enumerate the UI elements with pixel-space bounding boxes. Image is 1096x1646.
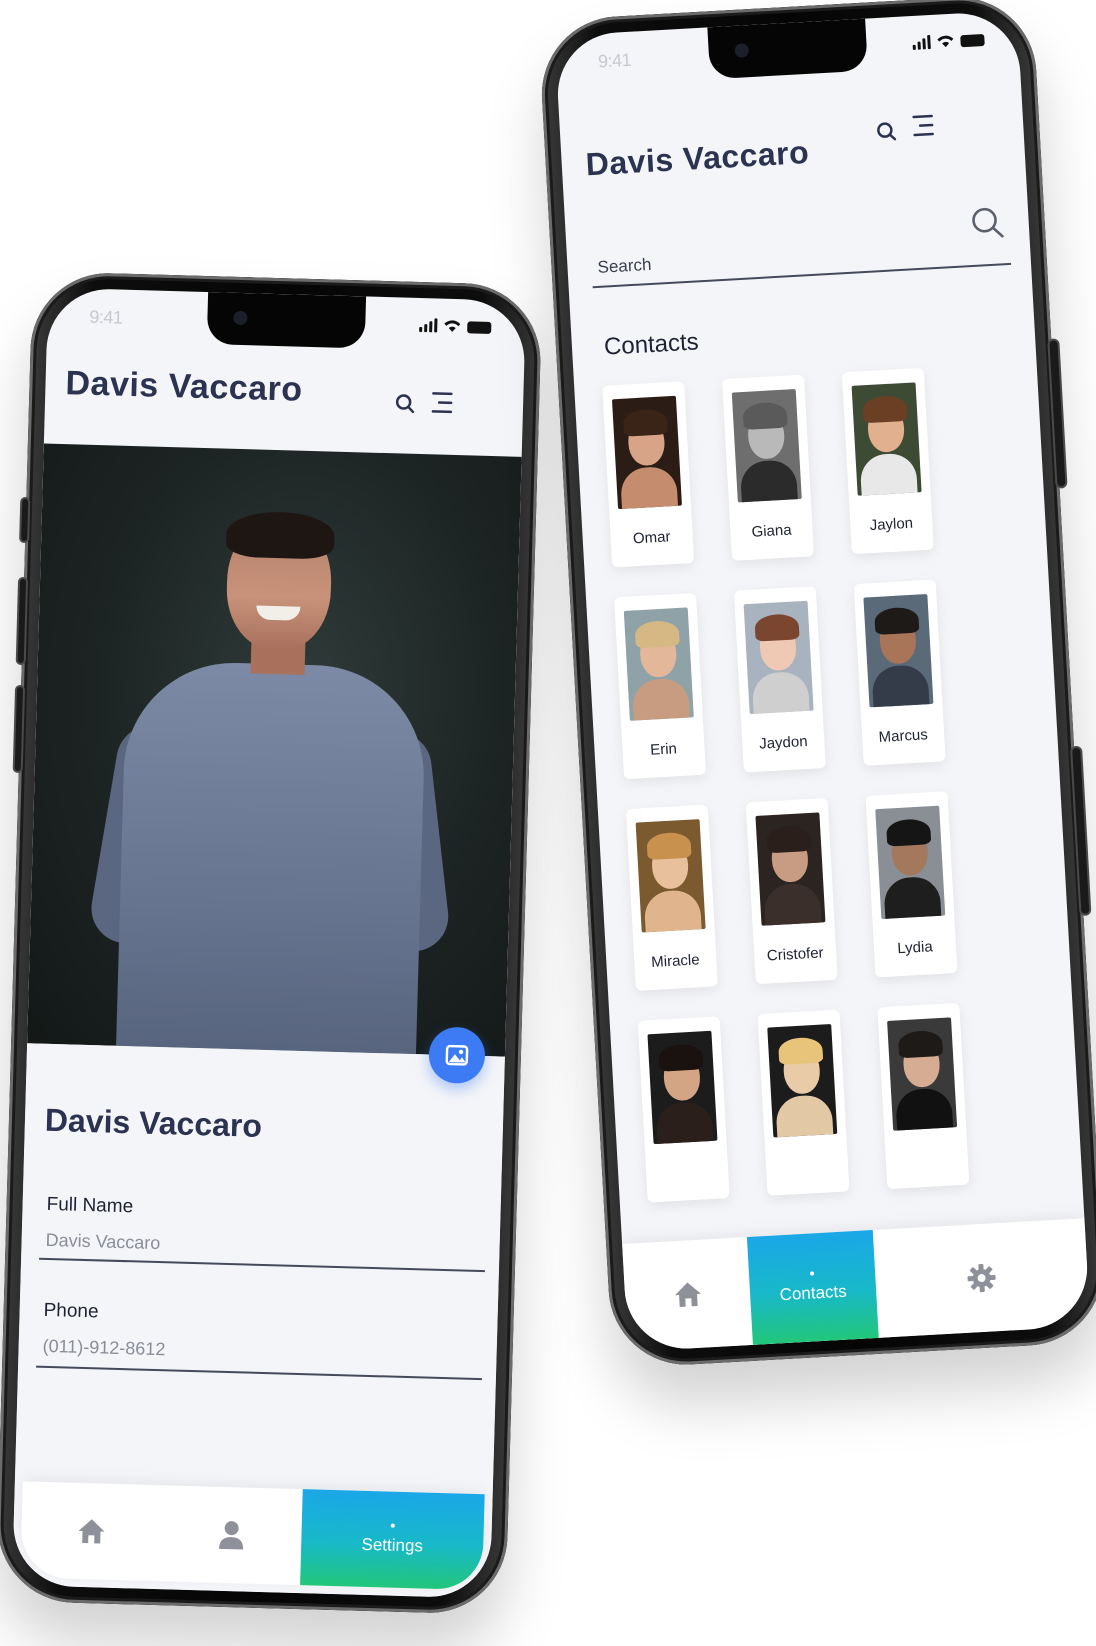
contact-photo [623, 607, 694, 721]
image-icon [445, 1044, 469, 1066]
volume-up-button [15, 576, 29, 666]
contact-card[interactable] [637, 1016, 730, 1203]
front-camera [733, 43, 749, 58]
contact-card[interactable]: Omar [602, 381, 695, 568]
contact-photo [755, 812, 826, 926]
active-dot [390, 1523, 395, 1528]
full-name-field[interactable]: Davis Vaccaro [45, 1230, 160, 1254]
status-time: 9:41 [597, 49, 632, 72]
contact-card[interactable]: Marcus [853, 579, 946, 766]
tab-profile[interactable] [160, 1485, 303, 1585]
contact-name: Omar [632, 528, 671, 548]
tab-home[interactable] [622, 1237, 753, 1352]
full-name-underline [39, 1257, 485, 1273]
app-title: Davis Vaccaro [65, 364, 304, 409]
contacts-grid: Omar Giana Jaylon Erin Jaydon Marcus Miracle Cr… [602, 367, 970, 1203]
signal-icon [419, 318, 438, 333]
profile-name: Davis Vaccaro [44, 1101, 263, 1144]
phone-label: Phone [43, 1299, 99, 1323]
contact-name: Giana [751, 521, 793, 541]
bottom-tab-bar: Contacts [622, 1218, 1091, 1352]
signal-icon [912, 34, 931, 50]
contact-photo [611, 395, 682, 510]
user-icon [219, 1521, 244, 1550]
contact-name: Jaylon [869, 514, 914, 535]
profile-photo [27, 443, 522, 1057]
contact-photo [767, 1024, 838, 1138]
status-icons [912, 32, 985, 50]
contact-name: Cristofer [766, 944, 824, 965]
full-name-label: Full Name [46, 1193, 134, 1218]
menu-icon[interactable] [911, 113, 934, 138]
tab-home[interactable] [20, 1481, 163, 1581]
phone-underline [36, 1365, 482, 1381]
phone-profile: 9:41 Davis Vaccaro Davis Vaccaro Full Na… [0, 271, 543, 1615]
gear-icon [967, 1263, 996, 1293]
battery-icon [960, 33, 985, 48]
home-icon [78, 1519, 105, 1544]
side-button [1070, 745, 1092, 917]
contact-photo [731, 389, 802, 503]
tab-contacts-label: Contacts [779, 1281, 848, 1305]
battery-icon [467, 321, 492, 334]
contact-name: Erin [649, 740, 678, 759]
contact-card[interactable]: Jaylon [841, 367, 934, 555]
search-icon[interactable] [970, 205, 1006, 241]
contact-photo [863, 594, 934, 708]
bottom-tab-bar: Settings [20, 1481, 485, 1591]
contact-card[interactable]: Miracle [625, 804, 718, 991]
app-title: Davis Vaccaro [584, 133, 810, 183]
contacts-screen: 9:41 Davis Vaccaro Contacts Omar Giana Jay… [554, 10, 1091, 1352]
wifi-icon [444, 320, 461, 332]
contact-name [885, 1149, 967, 1154]
contact-card[interactable] [877, 1002, 970, 1190]
contact-photo [647, 1030, 718, 1145]
contact-name [766, 1155, 848, 1160]
tab-settings-label: Settings [361, 1534, 424, 1556]
contact-name [646, 1162, 728, 1167]
contact-name: Jaydon [758, 732, 809, 753]
power-button [1047, 338, 1068, 489]
wifi-icon [937, 35, 954, 48]
notch [206, 292, 367, 349]
contact-card[interactable]: Jaydon [733, 586, 826, 773]
search-icon[interactable] [395, 393, 416, 414]
volume-down-button [12, 684, 26, 774]
profile-person [86, 504, 452, 1057]
menu-icon[interactable] [431, 390, 454, 415]
contact-card[interactable]: Cristofer [745, 797, 838, 985]
status-time: 9:41 [89, 306, 123, 328]
tab-settings[interactable]: Settings [300, 1489, 485, 1591]
contact-photo [875, 805, 946, 920]
contact-card[interactable] [757, 1009, 850, 1196]
contact-name: Miracle [650, 951, 701, 971]
section-title: Contacts [603, 328, 700, 361]
search-bar [589, 205, 1012, 289]
contact-card[interactable]: Giana [721, 374, 815, 561]
contact-name: Marcus [878, 726, 929, 746]
mute-switch [19, 496, 31, 544]
contact-photo [743, 600, 814, 715]
phone-contacts: 9:41 Davis Vaccaro Contacts Omar Giana Jay… [537, 0, 1096, 1369]
contact-photo [635, 819, 706, 933]
status-icons [419, 318, 492, 334]
notch [706, 18, 868, 80]
front-camera [233, 310, 248, 326]
tab-contacts[interactable]: Contacts [746, 1230, 879, 1345]
contact-card[interactable]: Lydia [865, 791, 958, 978]
tab-settings[interactable] [873, 1218, 1091, 1338]
phone-field[interactable]: (011)-912-8612 [42, 1336, 165, 1360]
contact-card[interactable]: Erin [614, 592, 707, 780]
contact-photo [887, 1017, 958, 1131]
search-icon[interactable] [876, 121, 897, 142]
home-icon [674, 1282, 701, 1307]
active-dot [809, 1271, 815, 1276]
contact-name: Lydia [896, 938, 934, 958]
contact-photo [851, 382, 922, 496]
profile-screen: 9:41 Davis Vaccaro Davis Vaccaro Full Na… [11, 287, 527, 1599]
